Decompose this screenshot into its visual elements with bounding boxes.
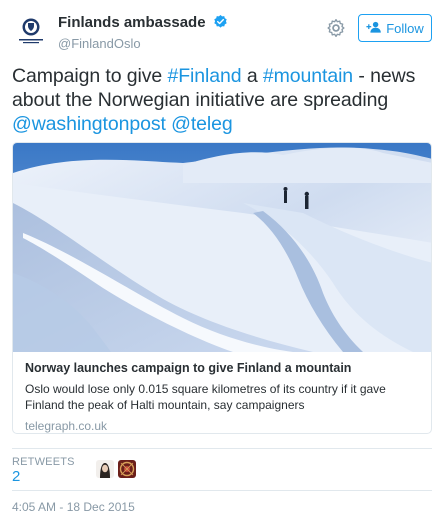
divider [12, 448, 432, 449]
retweets-label: RETWEETS [12, 456, 75, 468]
tweet-header: Finlands ambassade @FinlandOslo Follow [12, 12, 432, 52]
retweeter-avatars [96, 460, 136, 478]
card-description: Oslo would lose only 0.015 square kilome… [25, 382, 386, 412]
retweet-stats[interactable]: RETWEETS 2 [12, 456, 75, 485]
tweet-text: Campaign to give #Finland a #mountain - … [12, 64, 434, 136]
divider [12, 490, 432, 491]
retweeter-avatar[interactable] [118, 460, 136, 478]
card-domain[interactable]: telegraph.co.uk [25, 419, 421, 433]
retweets-count[interactable]: 2 [12, 468, 75, 485]
card-image[interactable] [13, 143, 432, 352]
account-handle[interactable]: @FinlandOslo [58, 36, 228, 51]
display-name[interactable]: Finlands ambassade [58, 14, 206, 31]
follow-button-label: Follow [386, 20, 424, 36]
hashtag-link[interactable]: #Finland [167, 65, 241, 87]
mention-link[interactable]: @washingtonpost [12, 113, 166, 135]
card-title[interactable]: Norway launches campaign to give Finland… [25, 361, 421, 375]
verified-badge-icon [213, 14, 228, 34]
mention-link[interactable]: @teleg [171, 113, 233, 135]
card-body[interactable]: Norway launches campaign to give Finland… [25, 361, 421, 433]
tweet-timestamp[interactable]: 4:05 AM - 18 Dec 2015 [12, 500, 135, 514]
hashtag-link[interactable]: #mountain [263, 65, 353, 87]
retweeter-avatar[interactable] [96, 460, 114, 478]
follow-button[interactable]: Follow [358, 14, 432, 42]
account-avatar[interactable] [12, 12, 50, 50]
tweet-text-segment: a [241, 65, 263, 87]
follow-user-icon [366, 20, 382, 37]
tweet-text-segment: Campaign to give [12, 65, 168, 87]
account-name-block[interactable]: Finlands ambassade @FinlandOslo [58, 14, 228, 51]
gear-icon[interactable] [326, 18, 346, 38]
link-card[interactable]: Norway launches campaign to give Finland… [12, 142, 432, 434]
